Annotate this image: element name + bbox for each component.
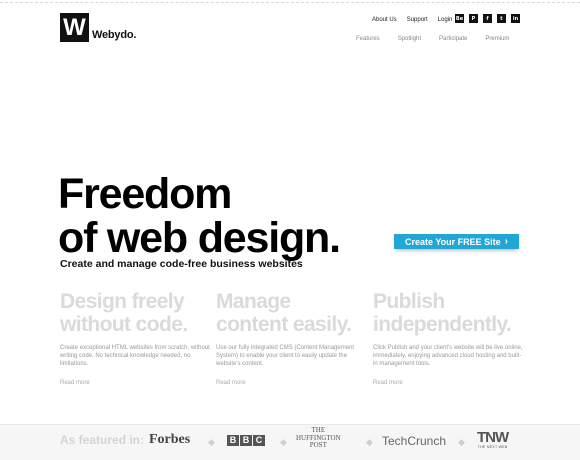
bbc-letter: B xyxy=(227,435,239,446)
nav-spotlight[interactable]: Spotlight xyxy=(398,36,421,42)
separator-diamond-icon: ◆ xyxy=(366,437,373,447)
feature-title: Manage content easily. xyxy=(216,290,366,336)
separator-diamond-icon: ◆ xyxy=(280,437,287,447)
linkedin-icon[interactable]: in xyxy=(511,14,520,23)
feature-design: Design freely without code. Create excep… xyxy=(60,290,210,386)
feature-title-line-2: without code. xyxy=(60,313,188,336)
feature-title: Publish independently. xyxy=(373,290,523,336)
feature-description: Use our fully integrated CMS (Content Ma… xyxy=(216,345,355,367)
read-more-link[interactable]: Read more xyxy=(216,380,366,386)
social-links: Be P f t in xyxy=(455,14,520,23)
behance-icon[interactable]: Be xyxy=(455,14,464,23)
feature-description: Click Publish and your client's website … xyxy=(373,345,523,367)
facebook-icon[interactable]: f xyxy=(483,14,492,23)
feature-description: Create exceptional HTML websites from sc… xyxy=(60,345,210,367)
feature-title-line-2: independently. xyxy=(373,313,512,336)
huffington-line: POST xyxy=(309,441,327,449)
forbes-logo: Forbes xyxy=(149,432,191,447)
create-free-site-button[interactable]: Create Your FREE Site › xyxy=(394,234,519,249)
utility-nav: About Us Support Login xyxy=(372,17,452,23)
nav-about-us[interactable]: About Us xyxy=(372,17,397,23)
pinterest-icon[interactable]: P xyxy=(469,14,478,23)
nav-support[interactable]: Support xyxy=(407,17,428,23)
twitter-icon[interactable]: t xyxy=(497,14,506,23)
separator-diamond-icon: ◆ xyxy=(458,437,465,447)
tagline: Create and manage code-free business web… xyxy=(60,258,303,270)
hero-line-2: of web design. xyxy=(58,214,341,262)
feature-publish: Publish independently. Click Publish and… xyxy=(373,290,523,386)
nav-premium[interactable]: Premium xyxy=(485,36,509,42)
bbc-letter: B xyxy=(240,435,252,446)
featured-in-label: As featured in: xyxy=(60,433,145,447)
tnw-subtitle: THE NEXT WEB xyxy=(477,445,508,449)
the-next-web-logo: TNW THE NEXT WEB xyxy=(477,429,509,449)
logo-wordmark: Webydo. xyxy=(92,29,137,41)
feature-title-line-2: content easily. xyxy=(216,313,352,336)
feature-title-line-1: Manage xyxy=(216,290,291,313)
separator-diamond-icon: ◆ xyxy=(208,437,215,447)
bbc-logo: B B C xyxy=(227,435,265,446)
tnw-mark: TNW xyxy=(477,429,509,446)
top-decorative-border xyxy=(0,2,580,3)
read-more-link[interactable]: Read more xyxy=(373,380,523,386)
webydo-logo[interactable]: W Webydo. xyxy=(60,13,136,42)
huffington-post-logo: THE HUFFINGTON POST xyxy=(296,426,341,450)
nav-participate[interactable]: Participate xyxy=(439,36,467,42)
cta-label: Create Your FREE Site xyxy=(404,236,501,247)
nav-features[interactable]: Features xyxy=(356,36,380,42)
hero-line-1: Freedom xyxy=(58,170,232,218)
logo-mark: W xyxy=(60,13,89,42)
read-more-link[interactable]: Read more xyxy=(60,380,210,386)
hero-headline: Freedom of web design. xyxy=(58,170,341,262)
main-nav: Features Spotlight Participate Premium xyxy=(356,36,509,42)
feature-manage: Manage content easily. Use our fully int… xyxy=(216,290,366,386)
feature-title-line-1: Publish xyxy=(373,290,445,313)
feature-title: Design freely without code. xyxy=(60,290,210,336)
bbc-letter: C xyxy=(253,435,265,446)
techcrunch-logo: TechCrunch xyxy=(382,434,447,448)
feature-title-line-1: Design freely xyxy=(60,290,185,313)
chevron-right-icon: › xyxy=(504,236,509,247)
nav-login[interactable]: Login xyxy=(438,17,453,23)
